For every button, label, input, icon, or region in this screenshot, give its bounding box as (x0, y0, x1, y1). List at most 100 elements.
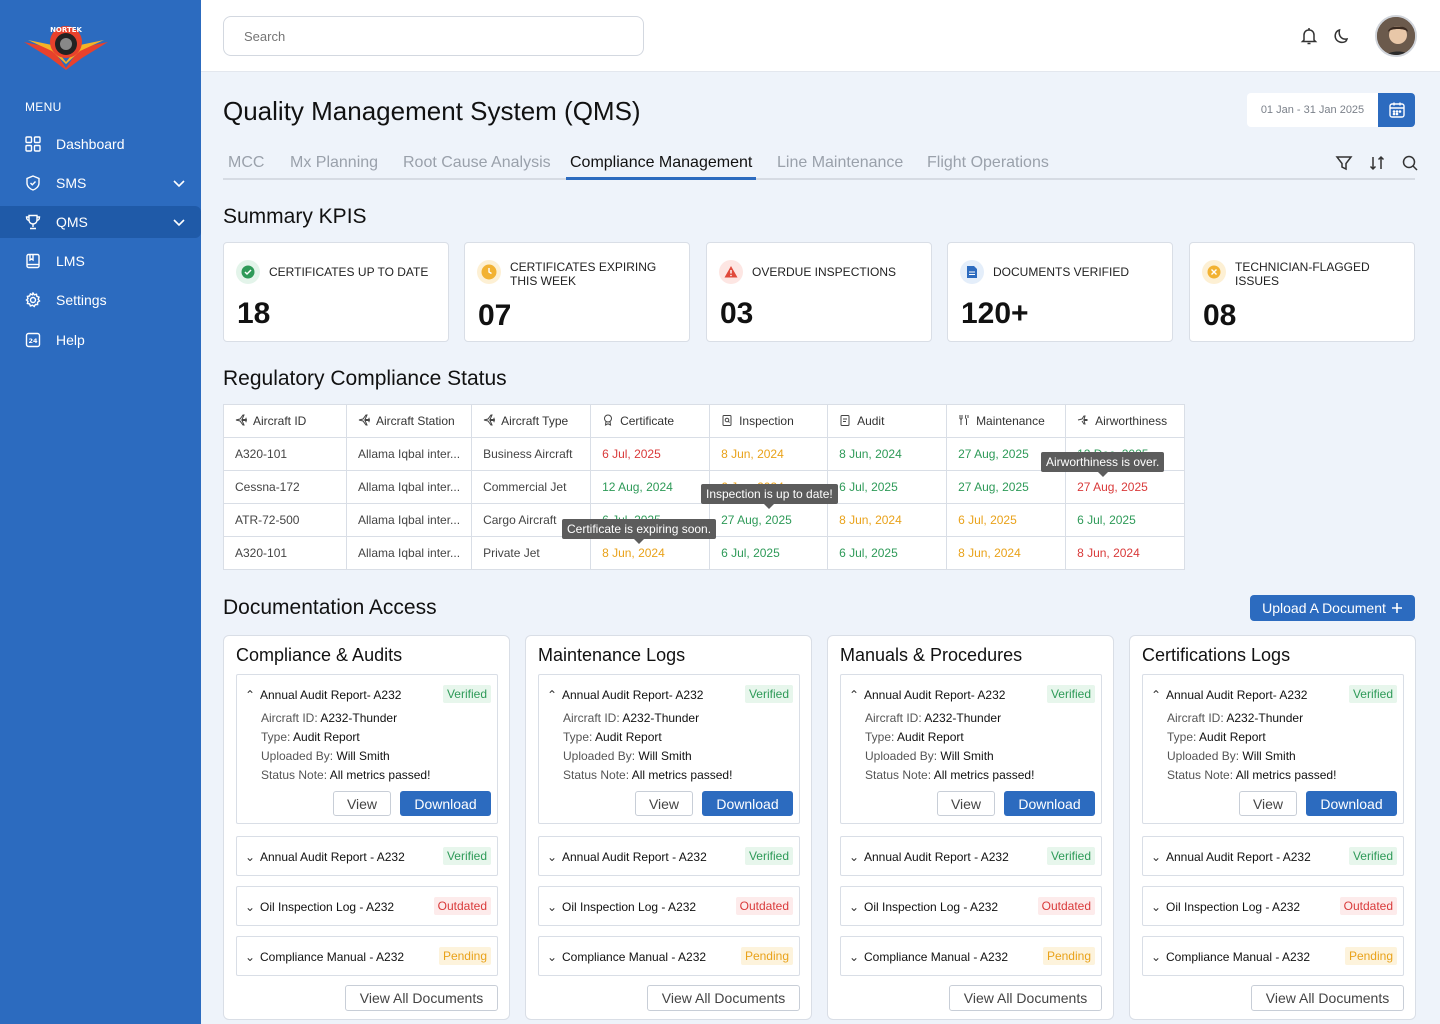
tab-mcc[interactable]: MCC (228, 154, 264, 172)
column-header[interactable]: Certificate (590, 404, 711, 438)
document-item[interactable]: ⌄ Oil Inspection Log - A232 Outdated (840, 886, 1102, 926)
chevron-down-icon[interactable]: ⌄ (245, 900, 255, 914)
date-range-field[interactable]: 01 Jan - 31 Jan 2025 (1247, 93, 1378, 127)
chevron-down-icon[interactable]: ⌄ (245, 850, 255, 864)
column-header[interactable]: Airworthiness (1065, 404, 1186, 438)
chevron-up-icon[interactable]: ⌃ (547, 688, 557, 702)
kpi-value: 07 (478, 299, 512, 332)
column-header[interactable]: Audit (827, 404, 948, 438)
document-item[interactable]: ⌄ Oil Inspection Log - A232 Outdated (1142, 886, 1404, 926)
download-button[interactable]: Download (400, 791, 491, 816)
chevron-down-icon[interactable]: ⌄ (849, 850, 859, 864)
column-header[interactable]: Aircraft ID (223, 404, 347, 438)
chevron-down-icon[interactable] (171, 214, 187, 230)
chevron-down-icon[interactable]: ⌄ (849, 900, 859, 914)
chevron-down-icon[interactable]: ⌄ (1151, 900, 1161, 914)
sidebar-item-label: Dashboard (56, 136, 125, 152)
tab-mx-planning[interactable]: Mx Planning (290, 154, 378, 172)
detail-type: Type: Audit Report (261, 730, 360, 744)
sidebar-item-help[interactable]: 24 Help (0, 324, 201, 356)
column-header[interactable]: Maintenance (946, 404, 1067, 438)
detail-aircraft-id: Aircraft ID: A232-Thunder (865, 711, 1002, 725)
document-item[interactable]: ⌄ Annual Audit Report - A232 Verified (840, 836, 1102, 876)
view-button[interactable]: View (635, 791, 693, 816)
document-item-expanded[interactable]: ⌃ Annual Audit Report- A232 Verified Airc… (236, 674, 498, 824)
document-item[interactable]: ⌄ Compliance Manual - A232 Pending (1142, 936, 1404, 976)
cell-airworthiness: 6 Jul, 2025 (1065, 503, 1186, 537)
sort-icon[interactable] (1368, 154, 1386, 172)
download-button[interactable]: Download (1004, 791, 1095, 816)
search-icon[interactable] (1401, 154, 1419, 172)
kpi-value: 18 (237, 297, 271, 330)
tab-flight-operations[interactable]: Flight Operations (927, 154, 1049, 172)
status-badge: Outdated (433, 897, 491, 915)
detail-type: Type: Audit Report (1167, 730, 1266, 744)
document-item-expanded[interactable]: ⌃ Annual Audit Report- A232 Verified Airc… (1142, 674, 1404, 824)
chevron-down-icon[interactable]: ⌄ (547, 850, 557, 864)
sidebar-item-lms[interactable]: LMS (0, 245, 201, 277)
column-header[interactable]: Aircraft Station (345, 404, 473, 438)
chevron-down-icon[interactable]: ⌄ (1151, 950, 1161, 964)
sidebar-item-sms[interactable]: SMS (0, 167, 201, 199)
chevron-down-icon[interactable]: ⌄ (547, 900, 557, 914)
sidebar-item-qms[interactable]: QMS (0, 206, 201, 238)
chevron-up-icon[interactable]: ⌃ (245, 688, 255, 702)
sidebar-item-settings[interactable]: Settings (0, 284, 201, 316)
moon-icon[interactable] (1332, 26, 1352, 46)
view-all-documents-button[interactable]: View All Documents (345, 985, 498, 1011)
svg-text:24: 24 (28, 337, 38, 345)
view-all-documents-button[interactable]: View All Documents (949, 985, 1102, 1011)
chevron-down-icon[interactable] (171, 175, 187, 191)
chevron-down-icon[interactable]: ⌄ (245, 950, 255, 964)
view-button[interactable]: View (333, 791, 391, 816)
bell-icon[interactable] (1299, 26, 1319, 46)
download-button[interactable]: Download (1306, 791, 1397, 816)
detail-aircraft-id: Aircraft ID: A232-Thunder (261, 711, 398, 725)
column-header[interactable]: Inspection (709, 404, 829, 438)
document-item[interactable]: ⌄ Compliance Manual - A232 Pending (538, 936, 800, 976)
chevron-up-icon[interactable]: ⌃ (849, 688, 859, 702)
tab-root-cause-analysis[interactable]: Root Cause Analysis (403, 154, 551, 172)
document-panel: Maintenance Logs ⌃ Annual Audit Report- A… (525, 635, 812, 1020)
badge-icon (604, 414, 613, 426)
document-item[interactable]: ⌄ Annual Audit Report - A232 Verified (1142, 836, 1404, 876)
chevron-down-icon[interactable]: ⌄ (547, 950, 557, 964)
tab-line-maintenance[interactable]: Line Maintenance (777, 154, 903, 172)
kpi-card-overdue-inspections: OVERDUE INSPECTIONS 03 (706, 242, 932, 342)
sidebar-item-dashboard[interactable]: Dashboard (0, 128, 201, 160)
document-item-expanded[interactable]: ⌃ Annual Audit Report- A232 Verified Airc… (840, 674, 1102, 824)
search-input[interactable] (223, 16, 644, 56)
trophy-icon (24, 213, 42, 231)
upload-document-button[interactable]: Upload A Document (1250, 595, 1415, 621)
panel-title: Manuals & Procedures (840, 645, 1023, 665)
view-all-documents-button[interactable]: View All Documents (1251, 985, 1404, 1011)
document-item[interactable]: ⌄ Oil Inspection Log - A232 Outdated (236, 886, 498, 926)
avatar[interactable] (1375, 15, 1417, 57)
document-item[interactable]: ⌄ Compliance Manual - A232 Pending (840, 936, 1102, 976)
chevron-down-icon[interactable]: ⌄ (1151, 850, 1161, 864)
status-badge: Verified (744, 685, 793, 703)
summary-title: Summary KPIS (223, 205, 367, 228)
view-button[interactable]: View (937, 791, 995, 816)
cell-maintenance: 6 Jul, 2025 (946, 503, 1067, 537)
nortek-logo[interactable]: NORTEK (22, 18, 110, 70)
document-name: Annual Audit Report - A232 (1166, 850, 1311, 864)
document-item[interactable]: ⌄ Annual Audit Report - A232 Verified (236, 836, 498, 876)
chevron-up-icon[interactable]: ⌃ (1151, 688, 1161, 702)
view-button[interactable]: View (1239, 791, 1297, 816)
download-button[interactable]: Download (702, 791, 793, 816)
filter-icon[interactable] (1335, 154, 1353, 172)
column-header[interactable]: Aircraft Type (471, 404, 592, 438)
document-item-expanded[interactable]: ⌃ Annual Audit Report- A232 Verified Airc… (538, 674, 800, 824)
document-icon (960, 260, 984, 284)
view-all-documents-button[interactable]: View All Documents (647, 985, 800, 1011)
chevron-down-icon[interactable]: ⌄ (849, 950, 859, 964)
table-row[interactable]: A320-101 Allama Iqbal inter... Private J… (223, 536, 1186, 570)
document-item[interactable]: ⌄ Oil Inspection Log - A232 Outdated (538, 886, 800, 926)
document-name: Annual Audit Report- A232 (260, 688, 402, 702)
calendar-button[interactable] (1378, 93, 1415, 127)
status-badge: Pending (1042, 947, 1095, 965)
document-item[interactable]: ⌄ Compliance Manual - A232 Pending (236, 936, 498, 976)
document-item[interactable]: ⌄ Annual Audit Report - A232 Verified (538, 836, 800, 876)
tab-compliance-management[interactable]: Compliance Management (570, 154, 752, 172)
